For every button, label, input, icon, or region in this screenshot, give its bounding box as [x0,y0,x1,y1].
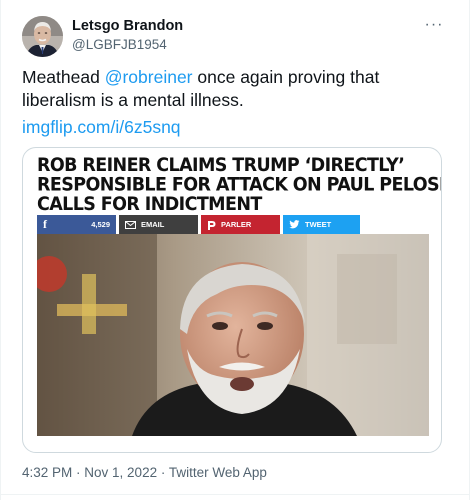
facebook-share-count: 4,529 [91,220,110,229]
tweet-timestamp: 4:32 PM · Nov 1, 2022 · Twitter Web App [22,465,267,480]
facebook-icon: f [43,217,47,231]
tweet-text: Meathead @robreiner once again proving t… [22,66,442,112]
external-link[interactable]: imgflip.com/i/6z5snq [22,117,181,137]
media-image[interactable]: ROB REINER CLAIMS TRUMP ‘DIRECTLY’ RESPO… [22,147,442,453]
headline-line: CALLS FOR INDICTMENT [37,193,262,216]
tweet-share-button[interactable]: TWEET [283,215,360,234]
article-photo [37,234,429,436]
photo-illustration [37,234,429,436]
email-share-button[interactable]: EMAIL [119,215,198,234]
author-name[interactable]: Letsgo Brandon [72,18,183,34]
share-bar: f 4,529 EMAIL PARLER TWEET [37,215,360,234]
twitter-bird-icon [289,220,300,229]
author-handle[interactable]: @LGBFJB1954 [72,37,167,52]
email-share-label: EMAIL [141,220,165,229]
headline-line: ROB REINER CLAIMS TRUMP ‘DIRECTLY’ [37,154,405,177]
tweet-time[interactable]: 4:32 PM [22,465,72,480]
facebook-share-button[interactable]: f 4,529 [37,215,116,234]
left-border [0,0,1,500]
headline-line: RESPONSIBLE FOR ATTACK ON PAUL PELOSI, [37,174,442,196]
tweet-text-start: Meathead [22,67,105,87]
author-avatar[interactable] [22,16,63,57]
mention-link[interactable]: @robreiner [105,67,193,87]
tweet-share-label: TWEET [305,220,332,229]
tweet-link-line: imgflip.com/i/6z5snq [22,116,181,139]
tweet-date[interactable]: Nov 1, 2022 [84,465,157,480]
media-headline: ROB REINER CLAIMS TRUMP ‘DIRECTLY’ RESPO… [37,154,442,216]
tweet-card: Letsgo Brandon @LGBFJB1954 ··· Meathead … [0,0,470,500]
envelope-icon [125,220,136,229]
parler-share-label: PARLER [221,220,252,229]
timestamp-separator: · [157,465,169,480]
avatar-portrait [22,16,63,57]
parler-share-button[interactable]: PARLER [201,215,280,234]
parler-icon [208,220,216,230]
timestamp-separator: · [72,465,85,480]
divider [0,494,470,495]
tweet-source[interactable]: Twitter Web App [169,465,267,480]
more-horizontal-icon[interactable]: ··· [421,14,447,36]
